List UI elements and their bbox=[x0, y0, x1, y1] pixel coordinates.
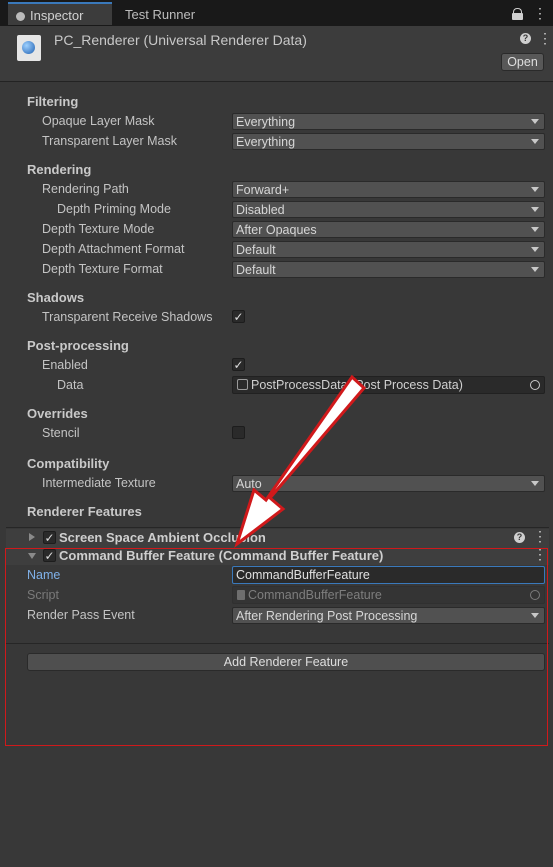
annotation-arrow-shape bbox=[234, 374, 367, 549]
annotation-arrow bbox=[234, 374, 367, 549]
